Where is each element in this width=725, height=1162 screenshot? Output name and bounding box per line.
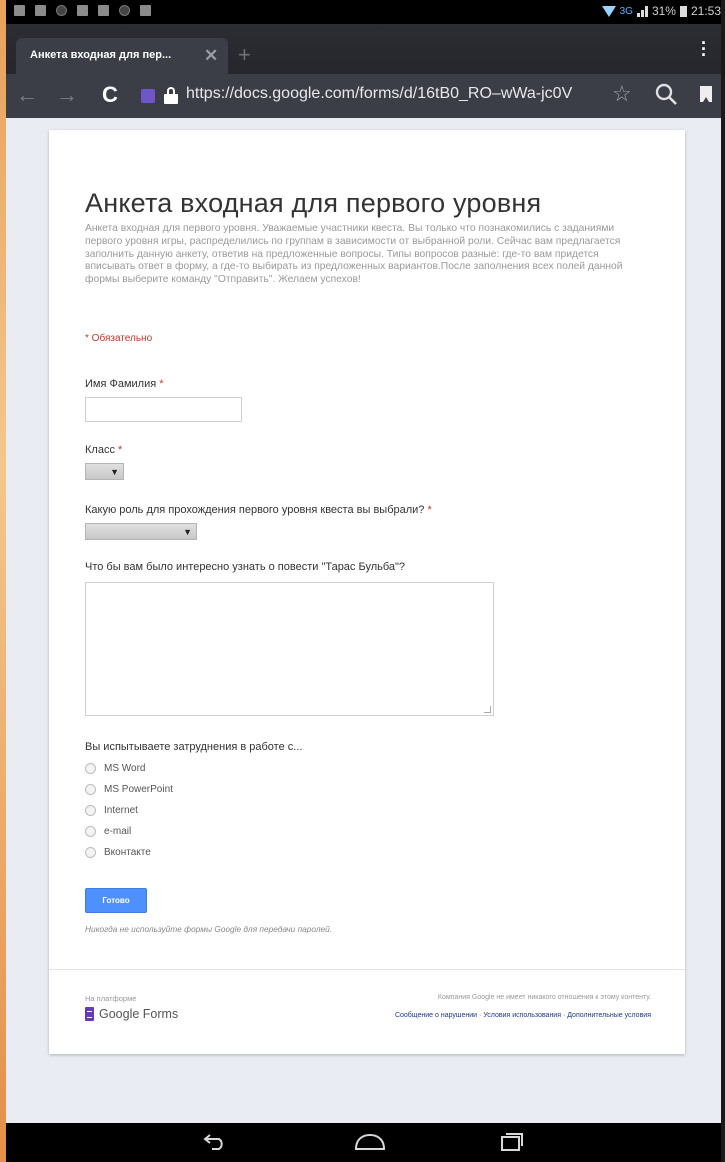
name-field[interactable]: [85, 397, 242, 422]
plus-icon[interactable]: +: [238, 42, 251, 68]
question-label-interest: Что бы вам было интересно узнать о повес…: [85, 561, 406, 573]
radio-button[interactable]: [85, 805, 96, 816]
resize-handle-icon[interactable]: [484, 706, 491, 713]
question-label-class: Класс *: [85, 444, 123, 456]
google-forms-logo[interactable]: Google Forms: [85, 1007, 178, 1021]
google-forms-icon: [85, 1007, 94, 1021]
radio-label: MS Word: [104, 763, 146, 774]
close-icon[interactable]: ✕: [204, 46, 218, 66]
form-description: Анкета входная для первого уровня. Уважа…: [85, 223, 623, 286]
radio-label: MS PowerPoint: [104, 784, 173, 795]
required-mark: *: [159, 378, 164, 390]
bookmark-icon[interactable]: [700, 86, 712, 102]
network-type: 3G: [619, 5, 633, 17]
overflow-menu-icon[interactable]: · · ·: [701, 34, 707, 64]
required-mark: *: [427, 504, 432, 516]
battery-percent: 31%: [651, 4, 676, 18]
photo-frame-edge-right: [721, 0, 725, 1162]
required-note: * Обязательно: [85, 333, 153, 344]
radio-option[interactable]: Internet: [85, 805, 138, 816]
footer-links[interactable]: Сообщение о нарушении · Условия использо…: [395, 1012, 651, 1019]
google-forms-brand: Google Forms: [99, 1007, 179, 1021]
site-favicon-icon: [141, 89, 155, 103]
reload-icon[interactable]: C: [102, 82, 118, 108]
radio-option[interactable]: MS PowerPoint: [85, 784, 173, 795]
star-icon[interactable]: ☆: [612, 81, 632, 107]
address-bar: ← → C https://docs.google.com/forms/d/16…: [6, 74, 721, 118]
form-title: Анкета входная для первого уровня: [85, 188, 542, 218]
sync-icon: [119, 5, 130, 16]
role-select[interactable]: ▼: [85, 523, 197, 540]
chevron-down-icon: ▼: [110, 467, 119, 477]
radio-button[interactable]: [85, 763, 96, 774]
home-icon[interactable]: [354, 1134, 386, 1150]
url-field[interactable]: https://docs.google.com/forms/d/16tB0_RO…: [186, 85, 606, 103]
back-icon[interactable]: [202, 1133, 228, 1151]
password-warning: Никогда не используйте формы Google для …: [85, 924, 333, 934]
radio-option[interactable]: Вконтакте: [85, 847, 151, 858]
gallery-icon: [14, 5, 25, 16]
image-notification-icon: [140, 5, 151, 16]
browser-tab[interactable]: Анкета входная для пер... ✕: [16, 38, 228, 74]
system-nav-bar: [6, 1123, 721, 1162]
search-icon[interactable]: [654, 82, 678, 106]
powered-by-label: На платформе: [85, 994, 137, 1003]
radio-label: e-mail: [104, 826, 132, 837]
notification-icons: [14, 5, 151, 16]
status-indicators: 3G 31% 21:53: [601, 4, 721, 18]
interest-textarea[interactable]: [85, 582, 494, 716]
clock: 21:53: [690, 4, 721, 18]
mail-icon: [77, 5, 88, 16]
question-label-name: Имя Фамилия *: [85, 378, 164, 390]
tab-title: Анкета входная для пер...: [30, 49, 172, 61]
status-bar: 3G 31% 21:53: [6, 0, 721, 24]
wifi-icon: [601, 5, 616, 17]
radio-label: Internet: [104, 805, 138, 816]
forward-arrow-icon[interactable]: →: [56, 82, 78, 108]
signal-icon: [636, 5, 648, 17]
page-viewport: Анкета входная для первого уровня Анкета…: [6, 118, 721, 1123]
recent-apps-icon[interactable]: [500, 1132, 524, 1152]
chevron-down-icon: ▼: [183, 527, 192, 537]
footer-disclaimer: Компания Google не имеет никакого отноше…: [437, 994, 651, 1001]
submit-button[interactable]: Готово: [85, 888, 147, 913]
battery-icon: [679, 5, 687, 17]
back-arrow-icon[interactable]: ←: [16, 82, 38, 108]
class-select[interactable]: ▼: [85, 463, 124, 480]
search-notification-icon: [56, 5, 67, 16]
question-label-role: Какую роль для прохождения первого уровн…: [85, 504, 432, 516]
tab-strip: Анкета входная для пер... ✕ + · · ·: [6, 24, 721, 74]
footer-divider: [49, 969, 685, 970]
radio-button[interactable]: [85, 826, 96, 837]
radio-option[interactable]: e-mail: [85, 826, 131, 837]
radio-label: Вконтакте: [104, 847, 151, 858]
radio-button[interactable]: [85, 784, 96, 795]
question-label-difficulties: Вы испытываете затруднения в работе с...: [85, 741, 303, 753]
radio-button[interactable]: [85, 847, 96, 858]
app-notification-icon: [98, 5, 109, 16]
radio-option[interactable]: MS Word: [85, 763, 146, 774]
required-mark: *: [118, 444, 123, 456]
lock-icon: [164, 87, 178, 104]
form-card: Анкета входная для первого уровня Анкета…: [49, 130, 685, 1054]
download-icon: [35, 5, 46, 16]
